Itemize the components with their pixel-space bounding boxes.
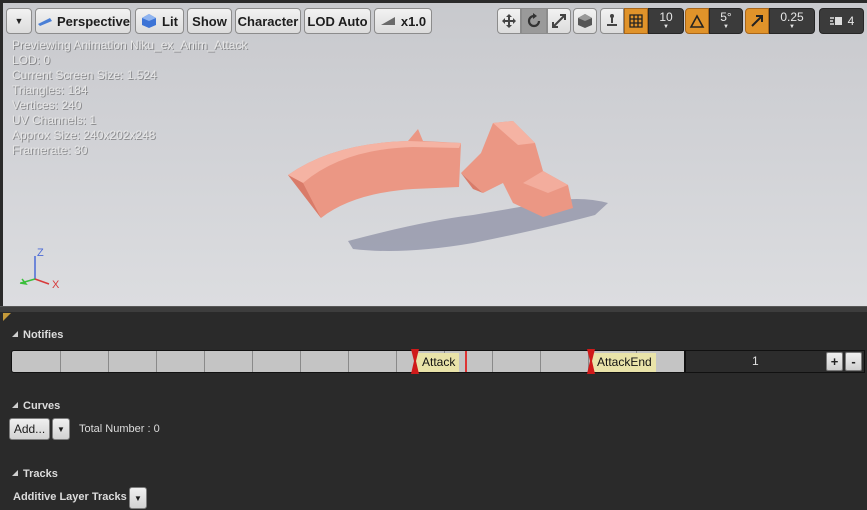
lit-cube-icon — [142, 14, 157, 28]
additive-tracks-dropdown[interactable]: ▼ — [129, 487, 147, 509]
track-tick — [60, 351, 61, 372]
rotation-snap-value-dropdown[interactable]: 5° ▼ — [709, 8, 743, 34]
add-curve-button[interactable]: Add... — [9, 418, 50, 440]
lit-button[interactable]: Lit — [135, 8, 184, 34]
perspective-label: Perspective — [57, 13, 130, 29]
scale-snap-value-dropdown[interactable]: 0.25 ▼ — [769, 8, 815, 34]
notify-label: AttackEnd — [597, 355, 652, 369]
surface-snap-icon — [607, 14, 617, 26]
angle-icon — [689, 14, 705, 28]
notify-event-attackend[interactable]: AttackEnd — [590, 353, 656, 372]
lit-label: Lit — [162, 13, 178, 29]
chevron-down-icon: ▼ — [789, 24, 795, 30]
curve-options-dropdown[interactable]: ▼ — [52, 418, 70, 440]
grid-icon — [629, 14, 643, 28]
notify-label: Attack — [422, 355, 456, 369]
grid-snap-toggle[interactable] — [624, 8, 648, 34]
character-button[interactable]: Character — [235, 8, 301, 34]
camera-icon — [38, 18, 52, 26]
collapse-triangle-icon — [12, 470, 18, 476]
stat-line: Triangles: 184 — [12, 83, 88, 97]
translate-mode-button[interactable] — [497, 8, 521, 34]
scale-snap-toggle[interactable] — [745, 8, 769, 34]
panel-corner — [3, 313, 11, 321]
lod-button[interactable]: LOD Auto — [304, 8, 371, 34]
perspective-button[interactable]: Perspective — [35, 8, 131, 34]
notify-marker-icon[interactable] — [411, 349, 419, 374]
chevron-down-icon: ▼ — [663, 24, 669, 30]
rotation-snap-value: 5° — [720, 10, 732, 24]
track-tick — [156, 351, 157, 372]
notify-track[interactable]: Attack AttackEnd — [11, 349, 685, 374]
stat-line: Framerate: 30 — [12, 143, 88, 157]
notify-event-attack[interactable]: Attack — [415, 353, 459, 372]
chevron-down-icon: ▼ — [723, 24, 729, 30]
collapse-triangle-icon — [12, 331, 18, 337]
playhead[interactable] — [465, 351, 467, 372]
playback-speed-button[interactable]: x1.0 — [374, 8, 432, 34]
character-label: Character — [237, 13, 299, 29]
curves-header[interactable]: Curves — [12, 400, 60, 412]
chevron-down-icon: ▼ — [14, 16, 24, 26]
speed-icon — [380, 17, 395, 25]
show-label: Show — [192, 13, 227, 29]
rotate-mode-button[interactable] — [521, 8, 547, 34]
coordinate-system-button[interactable] — [573, 8, 597, 34]
rotation-snap-toggle[interactable] — [685, 8, 709, 34]
scale-arrow-icon — [751, 15, 763, 27]
remove-notify-track-button[interactable]: - — [845, 352, 862, 371]
additive-layer-tracks-label: Additive Layer Tracks — [13, 491, 127, 503]
notifies-header-label: Notifies — [23, 329, 64, 341]
grid-snap-value: 10 — [659, 10, 673, 24]
stat-line: Approx Size: 240x202x248 — [12, 128, 156, 142]
track-tick — [252, 351, 253, 372]
track-tick — [540, 351, 541, 372]
lod-label: LOD Auto — [307, 13, 368, 29]
notify-marker-icon[interactable] — [587, 349, 595, 374]
stat-line: Previewing Animation Niku_ex_Anim_Attack — [12, 38, 248, 52]
scale-snap-value: 0.25 — [780, 10, 804, 24]
stat-line: Vertices: 240 — [12, 98, 82, 112]
camera-speed-value: 4 — [847, 14, 855, 28]
stats-overlay: Previewing Animation Niku_ex_Anim_Attack… — [12, 38, 247, 158]
show-button[interactable]: Show — [187, 8, 232, 34]
axis-x-label: X — [52, 279, 60, 291]
track-tick — [204, 351, 205, 372]
chevron-down-icon: ▼ — [134, 493, 142, 503]
viewport-options-button[interactable]: ▼ — [6, 8, 32, 34]
chevron-down-icon: ▼ — [57, 424, 65, 434]
tracks-header-label: Tracks — [23, 468, 58, 480]
track-tick — [300, 351, 301, 372]
track-tick — [108, 351, 109, 372]
track-tick — [396, 351, 397, 372]
stat-line: LOD: 0 — [12, 53, 51, 67]
speed-label: x1.0 — [400, 13, 427, 29]
axis-z-label: Z — [37, 247, 44, 259]
notifies-header[interactable]: Notifies — [12, 329, 63, 341]
collapse-triangle-icon — [12, 402, 18, 408]
cube-icon — [578, 14, 592, 28]
add-notify-track-button[interactable]: + — [826, 352, 843, 371]
notify-track-number: 1 — [752, 354, 759, 368]
scale-icon — [552, 14, 566, 28]
curves-header-label: Curves — [23, 400, 61, 412]
track-tick — [348, 351, 349, 372]
tracks-header[interactable]: Tracks — [12, 468, 58, 480]
stat-line: UV Channels: 1 — [12, 113, 97, 127]
grid-snap-value-dropdown[interactable]: 10 ▼ — [648, 8, 684, 34]
curves-total-number: Total Number : 0 — [79, 423, 160, 435]
rotate-icon — [527, 13, 541, 28]
camera-speed-button[interactable]: 4 — [819, 8, 864, 34]
scale-mode-button[interactable] — [547, 8, 571, 34]
move-arrows-icon — [502, 14, 516, 28]
viewport-splitter[interactable] — [0, 306, 867, 312]
preview-viewport[interactable]: ▼ Perspective Lit Show Character LOD Aut… — [3, 3, 867, 306]
track-tick — [492, 351, 493, 372]
axis-gizmo: Z X — [19, 247, 60, 291]
surface-snap-button[interactable] — [600, 8, 624, 34]
stat-line: Current Screen Size: 1.524 — [12, 68, 157, 82]
camera-speed-icon — [829, 17, 842, 25]
